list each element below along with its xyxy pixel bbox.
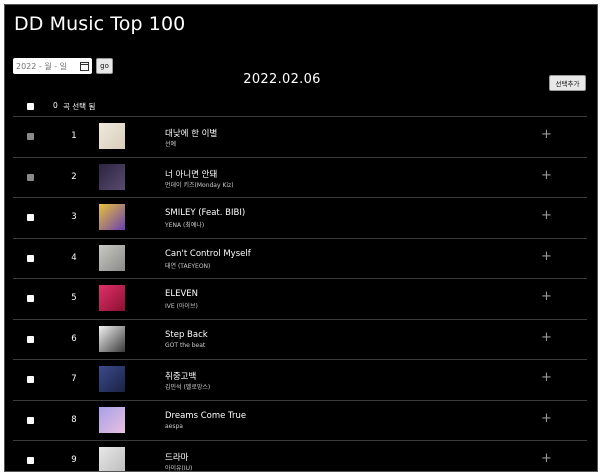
song-rank: 2 xyxy=(71,171,77,182)
album-cover xyxy=(99,406,125,433)
song-title: 취중고백 xyxy=(165,372,197,382)
song-artist: YENA (최예나) xyxy=(165,222,205,229)
song-row[interactable]: 3 SMILEY (Feat. BIBI) YENA (최예나) + xyxy=(13,197,587,237)
song-rank: 7 xyxy=(71,374,77,384)
album-cover xyxy=(99,204,125,230)
song-rank: 8 xyxy=(71,414,77,425)
chart-date: 2022.02.06 xyxy=(243,72,321,87)
song-artist: 아이유(IU) xyxy=(165,465,193,472)
song-title: SMILEY (Feat. BIBI) xyxy=(165,208,246,218)
song-artist: 선예 xyxy=(165,141,177,148)
song-rank: 9 xyxy=(71,455,77,465)
song-title: Can't Control Myself xyxy=(165,248,251,259)
add-song-icon[interactable]: + xyxy=(541,168,552,183)
song-title: Step Back xyxy=(165,329,208,340)
album-cover xyxy=(99,447,125,471)
song-artist: 김민석 (멜로망스) xyxy=(165,384,211,391)
album-cover xyxy=(99,325,125,352)
selected-label: 곡 선택 됨 xyxy=(63,102,96,111)
album-cover xyxy=(99,285,125,311)
song-row[interactable]: 2 너 아니면 안돼 먼데이 키즈(Monday Kiz) + xyxy=(13,156,587,197)
song-checkbox[interactable] xyxy=(27,295,34,302)
song-rank: 3 xyxy=(71,212,77,222)
add-song-icon[interactable]: + xyxy=(541,249,552,264)
song-rank: 1 xyxy=(71,131,77,141)
calendar-icon[interactable] xyxy=(80,61,89,71)
select-all-checkbox[interactable] xyxy=(27,103,34,110)
song-title: 드라마 xyxy=(165,453,189,463)
add-song-icon[interactable]: + xyxy=(541,452,552,466)
song-checkbox[interactable] xyxy=(27,254,34,262)
song-rank: 5 xyxy=(71,293,77,303)
song-row[interactable]: 4 Can't Control Myself 태연 (TAEYEON) + xyxy=(13,237,587,278)
add-song-icon[interactable]: + xyxy=(541,411,552,426)
song-checkbox[interactable] xyxy=(27,416,34,424)
selection-header: 0 곡 선택 됨 xyxy=(5,97,597,115)
add-song-icon[interactable]: + xyxy=(541,330,552,345)
song-checkbox[interactable] xyxy=(27,376,34,383)
add-selected-button[interactable]: 선택추가 xyxy=(549,75,586,91)
song-rank: 4 xyxy=(71,252,77,263)
song-artist: IVE (아이브) xyxy=(165,303,198,310)
song-title: ELEVEN xyxy=(165,289,199,299)
song-checkbox[interactable] xyxy=(27,133,34,140)
song-artist: aespa xyxy=(165,422,183,430)
song-checkbox[interactable] xyxy=(27,335,34,343)
song-row[interactable]: 6 Step Back GOT the beat + xyxy=(13,318,587,359)
add-song-icon[interactable]: + xyxy=(541,128,552,142)
date-input[interactable] xyxy=(16,61,80,71)
app-window: DD Music Top 100 go 2022.02.06 선택추가 0 곡 … xyxy=(4,4,598,472)
song-row[interactable]: 8 Dreams Come True aespa + xyxy=(13,399,587,440)
selected-count: 0 xyxy=(53,101,58,110)
song-row[interactable]: 7 취중고백김민석 (멜로망스) + xyxy=(13,359,587,399)
album-cover xyxy=(99,366,125,392)
album-cover xyxy=(99,123,125,149)
song-checkbox[interactable] xyxy=(27,457,34,464)
album-cover xyxy=(99,163,125,190)
add-song-icon[interactable]: + xyxy=(541,371,552,385)
song-title: 대낮에 한 이별 xyxy=(165,129,218,139)
song-checkbox[interactable] xyxy=(27,214,34,221)
song-row[interactable]: 5 ELEVEN IVE (아이브) + xyxy=(13,278,587,318)
song-artist: 태연 (TAEYEON) xyxy=(165,262,211,270)
song-artist: 먼데이 키즈(Monday Kiz) xyxy=(165,181,234,189)
album-cover xyxy=(99,244,125,271)
song-row[interactable]: 9 드라마아이유(IU) + xyxy=(13,440,587,472)
add-song-icon[interactable]: + xyxy=(541,209,552,223)
page-title: DD Music Top 100 xyxy=(14,13,186,35)
song-title: Dreams Come True xyxy=(165,410,247,421)
song-title: 너 아니면 안돼 xyxy=(165,169,218,180)
song-checkbox[interactable] xyxy=(27,173,34,181)
song-artist: GOT the beat xyxy=(165,341,206,349)
song-row[interactable]: 1 대낮에 한 이별선예 + xyxy=(13,116,587,156)
add-song-icon[interactable]: + xyxy=(541,290,552,304)
song-rank: 6 xyxy=(71,333,77,344)
